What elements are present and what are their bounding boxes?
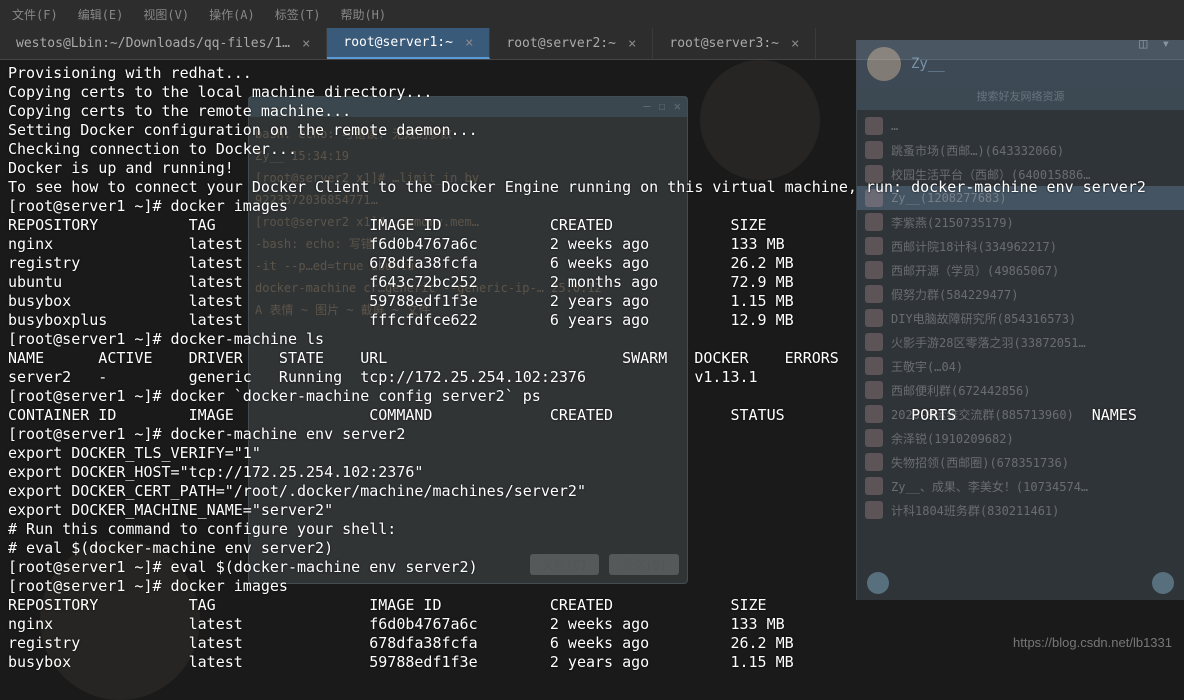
tab-server1[interactable]: root@server1:~ ×: [327, 28, 490, 59]
tab-server2[interactable]: root@server2:~ ×: [490, 28, 653, 59]
tab-label: root@server2:~: [506, 36, 616, 51]
menu-item[interactable]: 帮助(H): [340, 6, 386, 23]
tab-westos[interactable]: westos@Lbin:~/Downloads/qq-files/1… ×: [0, 28, 327, 59]
menu-item[interactable]: 视图(V): [143, 6, 189, 23]
menu-item[interactable]: 编辑(E): [78, 6, 124, 23]
menubar: 文件(F) 编辑(E) 视图(V) 操作(A) 标签(T) 帮助(H): [0, 0, 1184, 28]
terminal-output[interactable]: Provisioning with redhat... Copying cert…: [0, 60, 1184, 676]
close-icon[interactable]: ×: [628, 36, 636, 52]
close-icon[interactable]: ×: [791, 36, 799, 52]
tab-label: westos@Lbin:~/Downloads/qq-files/1…: [16, 36, 290, 51]
close-icon[interactable]: ×: [302, 36, 310, 52]
tab-label: root@server3:~: [669, 36, 779, 51]
tab-label: root@server1:~: [343, 35, 453, 50]
menu-item[interactable]: 文件(F): [12, 6, 58, 23]
close-icon[interactable]: ×: [465, 35, 473, 51]
watermark: https://blog.csdn.net/lb1331: [1013, 635, 1172, 650]
menu-item[interactable]: 标签(T): [275, 6, 321, 23]
menu-item[interactable]: 操作(A): [209, 6, 255, 23]
tab-server3[interactable]: root@server3:~ ×: [653, 28, 816, 59]
